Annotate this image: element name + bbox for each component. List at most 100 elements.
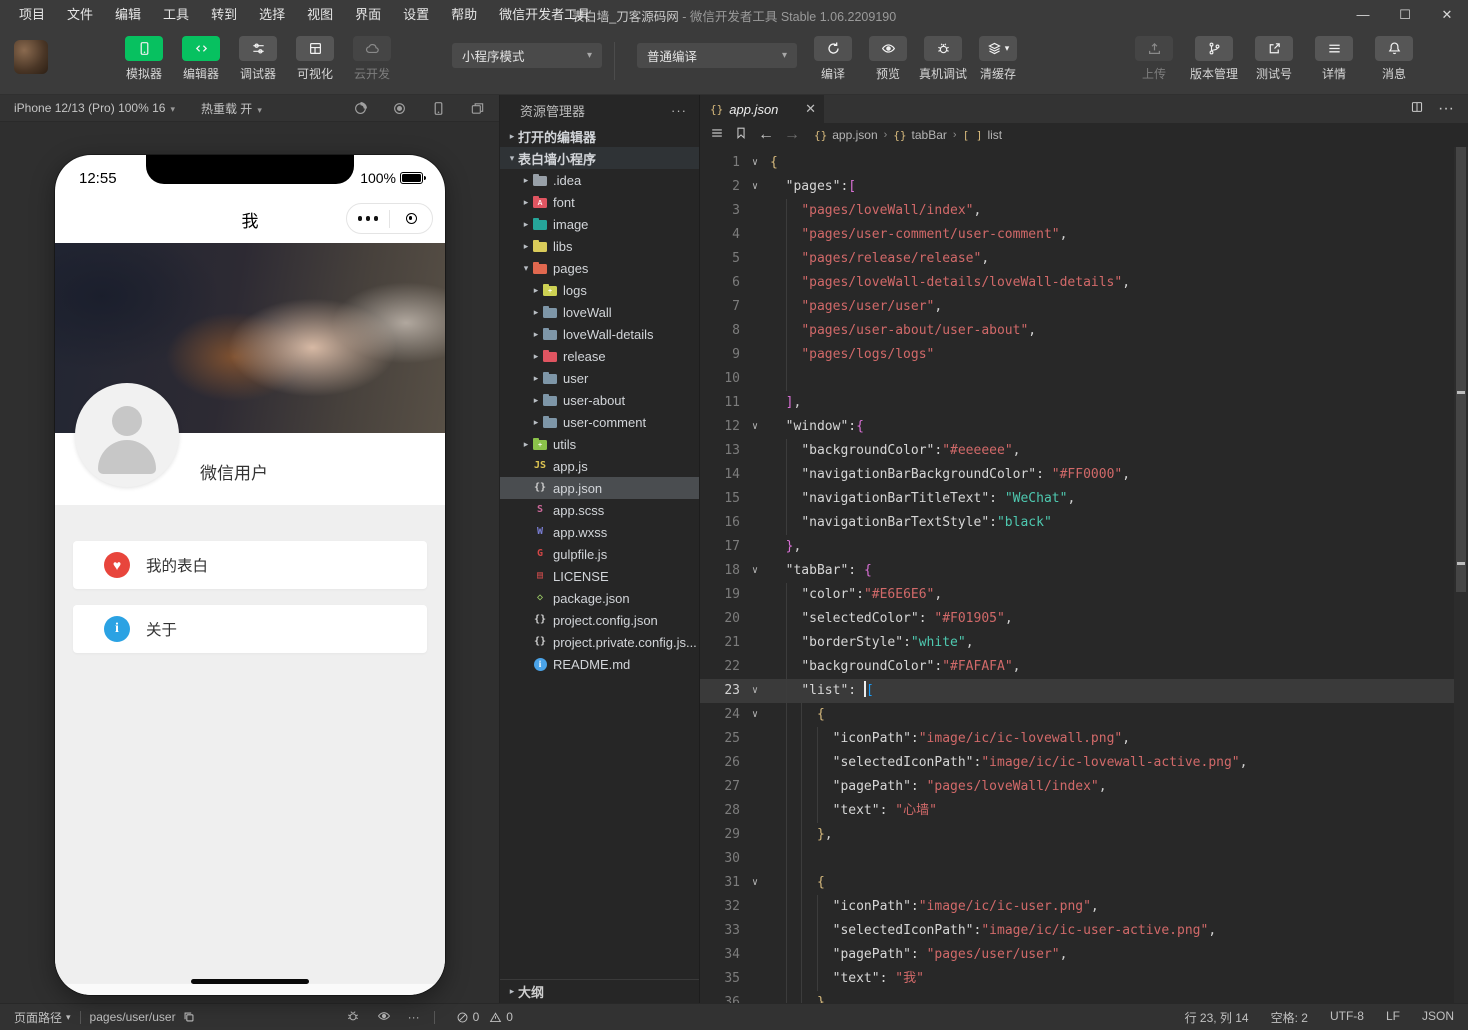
details-button[interactable]: 详情 <box>1310 36 1358 82</box>
windows-icon[interactable] <box>470 101 485 116</box>
tree-item-libs[interactable]: ▸libs <box>500 235 699 257</box>
miniprogram-capsule[interactable] <box>346 203 433 234</box>
tree-item-loveWall-details[interactable]: ▸loveWall-details <box>500 323 699 345</box>
close-tab-icon[interactable]: ✕ <box>805 101 816 117</box>
tree-item-project.config.json[interactable]: {}project.config.json <box>500 609 699 631</box>
compile-button[interactable]: 编译 <box>809 36 857 82</box>
fold-chevron-icon[interactable]: ∨ <box>748 703 762 727</box>
debug-status-icon[interactable] <box>346 1009 360 1026</box>
tab-app-json[interactable]: {} app.json ✕ <box>700 95 824 123</box>
status-json[interactable]: JSON <box>1422 1009 1454 1026</box>
close-button[interactable]: ✕ <box>1426 0 1468 30</box>
tree-item-表白墙小程序[interactable]: ▾表白墙小程序 <box>500 147 699 169</box>
menu-帮助[interactable]: 帮助 <box>440 0 488 30</box>
tree-item-font[interactable]: ▸Afont <box>500 191 699 213</box>
menu-设置[interactable]: 设置 <box>392 0 440 30</box>
record-icon[interactable] <box>392 101 407 116</box>
nav-back-icon[interactable]: ← <box>758 126 774 144</box>
fold-chevron-icon[interactable]: ∨ <box>748 559 762 583</box>
tree-item-loveWall[interactable]: ▸loveWall <box>500 301 699 323</box>
nav-forward-icon[interactable]: → <box>784 126 800 144</box>
bookmark-icon[interactable] <box>734 126 748 145</box>
menu-界面[interactable]: 界面 <box>344 0 392 30</box>
fold-chevron-icon[interactable]: ∨ <box>748 679 762 703</box>
visualization-button[interactable]: 可视化 <box>291 36 339 82</box>
upload-button[interactable]: 上传 <box>1130 36 1178 82</box>
status--23-14[interactable]: 行 23, 列 14 <box>1185 1009 1249 1026</box>
tree-item-README.md[interactable]: iREADME.md <box>500 653 699 675</box>
more-icon[interactable] <box>347 216 389 221</box>
page-path-selector[interactable]: 页面路径▾ <box>14 1009 71 1026</box>
tree-item-app.scss[interactable]: Sapp.scss <box>500 499 699 521</box>
tree-item-gulpfile.js[interactable]: Ggulpfile.js <box>500 543 699 565</box>
minimize-button[interactable]: — <box>1342 0 1384 30</box>
mode-select[interactable]: 小程序模式▾ <box>452 43 602 68</box>
tree-item-.idea[interactable]: ▸.idea <box>500 169 699 191</box>
test-account-button[interactable]: 测试号 <box>1250 36 1298 82</box>
close-target-icon[interactable] <box>390 213 432 224</box>
tree-item-utils[interactable]: ▸+utils <box>500 433 699 455</box>
breadcrumb-tabBar[interactable]: {}tabBar <box>893 128 947 142</box>
scrollbar-thumb[interactable] <box>1456 147 1466 592</box>
status--2[interactable]: 空格: 2 <box>1271 1009 1308 1026</box>
device-debug-button[interactable]: 真机调试 <box>919 36 967 82</box>
editor-scrollbar[interactable] <box>1454 147 1468 1003</box>
editor-button[interactable]: 编辑器 <box>177 36 225 82</box>
menu-文件[interactable]: 文件 <box>56 0 104 30</box>
tree-item-app.wxss[interactable]: Wapp.wxss <box>500 521 699 543</box>
tree-item-release[interactable]: ▸release <box>500 345 699 367</box>
menu-row-about[interactable]: i 关于 <box>73 605 427 653</box>
status-lf[interactable]: LF <box>1386 1009 1400 1026</box>
simulator-button[interactable]: 模拟器 <box>120 36 168 82</box>
breadcrumb-app.json[interactable]: {}app.json <box>814 128 878 142</box>
hot-reload-toggle[interactable]: 热重载 开▾ <box>201 100 262 117</box>
split-editor-icon[interactable] <box>1410 100 1424 119</box>
menu-编辑[interactable]: 编辑 <box>104 0 152 30</box>
compile-select[interactable]: 普通编译▾ <box>637 43 797 68</box>
outline-section[interactable]: ▸ 大纲 <box>500 979 699 1003</box>
menu-微信开发者工具[interactable]: 微信开发者工具 <box>488 0 601 30</box>
messages-button[interactable]: 消息 <box>1370 36 1418 82</box>
tree-item-logs[interactable]: ▸+logs <box>500 279 699 301</box>
explorer-more-button[interactable]: ··· <box>671 103 687 118</box>
copy-icon[interactable] <box>182 1010 196 1024</box>
maximize-button[interactable]: ☐ <box>1384 0 1426 30</box>
preview-status-icon[interactable] <box>377 1009 391 1026</box>
menu-选择[interactable]: 选择 <box>248 0 296 30</box>
problems-indicator[interactable]: 0 0 <box>456 1010 513 1024</box>
debugger-button[interactable]: 调试器 <box>234 36 282 82</box>
fold-chevron-icon[interactable]: ∨ <box>748 151 762 175</box>
phone-tab-wall[interactable]: ♥ 心墙 <box>55 984 250 995</box>
version-control-button[interactable]: 版本管理 <box>1190 36 1238 82</box>
hamburger-icon[interactable] <box>710 126 724 145</box>
breadcrumb-list[interactable]: [ ]list <box>963 128 1003 142</box>
menu-视图[interactable]: 视图 <box>296 0 344 30</box>
avatar[interactable] <box>75 383 179 487</box>
phone-tab-me[interactable]: 我 <box>250 984 445 995</box>
tree-item-user[interactable]: ▸user <box>500 367 699 389</box>
clear-cache-button[interactable]: ▾ 清缓存 <box>974 36 1022 82</box>
tree-item-app.json[interactable]: {}app.json <box>500 477 699 499</box>
menu-row-my-confessions[interactable]: ♥ 我的表白 <box>73 541 427 589</box>
tree-item-package.json[interactable]: ◇package.json <box>500 587 699 609</box>
tree-item-project.private.config.js...[interactable]: {}project.private.config.js... <box>500 631 699 653</box>
fold-chevron-icon[interactable]: ∨ <box>748 415 762 439</box>
more-status-icon[interactable]: ··· <box>408 1010 420 1024</box>
tree-item-打开的编辑器[interactable]: ▸打开的编辑器 <box>500 125 699 147</box>
tree-item-user-about[interactable]: ▸user-about <box>500 389 699 411</box>
user-avatar[interactable] <box>14 40 48 74</box>
tree-item-user-comment[interactable]: ▸user-comment <box>500 411 699 433</box>
code-area[interactable]: 1∨{2∨ "pages":[3 "pages/loveWall/index",… <box>700 147 1454 1003</box>
cloud-dev-button[interactable]: 云开发 <box>348 36 396 82</box>
status-utf-8[interactable]: UTF-8 <box>1330 1009 1364 1026</box>
tree-item-app.js[interactable]: JSapp.js <box>500 455 699 477</box>
tree-item-pages[interactable]: ▾pages <box>500 257 699 279</box>
phone-icon[interactable] <box>431 101 446 116</box>
fold-chevron-icon[interactable]: ∨ <box>748 871 762 895</box>
rotate-icon[interactable] <box>353 101 368 116</box>
preview-button[interactable]: 预览 <box>864 36 912 82</box>
menu-工具[interactable]: 工具 <box>152 0 200 30</box>
menu-项目[interactable]: 项目 <box>8 0 56 30</box>
fold-chevron-icon[interactable]: ∨ <box>748 175 762 199</box>
device-selector[interactable]: iPhone 12/13 (Pro) 100% 16▾ <box>14 101 175 115</box>
